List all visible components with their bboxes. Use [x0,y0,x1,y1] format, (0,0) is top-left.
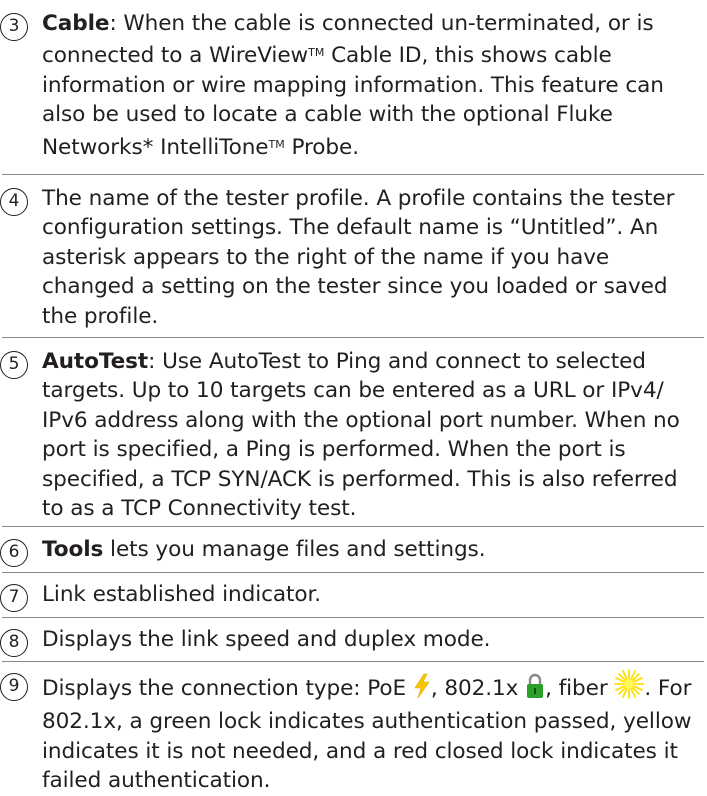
divider [2,526,704,527]
item-number-badge: 3 [0,13,28,41]
starburst-icon [614,669,645,707]
item-number-badge: 4 [0,188,28,216]
item-text: Displays the link speed and duplex mode. [42,627,491,652]
item-number-badge: 8 [0,629,28,657]
item-lead-term: Cable [42,11,110,36]
item-lead-term: AutoTest [42,349,149,374]
divider [2,661,704,662]
divider [2,337,704,338]
trademark-mark: TM [308,46,325,60]
item-text: Tools lets you manage files and settings… [42,537,486,562]
item-number-badge: 6 [0,539,28,567]
item-lead-term: Tools [42,537,104,562]
item-number-badge: 5 [0,351,28,379]
item-number-badge: 9 [0,673,28,701]
divider [2,572,704,573]
item-text: Displays the connection type: PoE , 802.… [42,669,702,796]
item-number-badge: 7 [0,584,28,612]
item-text: Cable: When the cable is connected un-te… [42,11,664,160]
green-lock-icon [525,673,545,707]
divider [2,174,704,175]
lightning-bolt-icon [413,673,431,707]
item-text: Link established indicator. [42,582,322,607]
item-text: The name of the tester profile. A profil… [42,186,675,329]
divider [2,617,704,618]
trademark-mark: TM [268,137,285,151]
item-text: AutoTest: Use AutoTest to Ping and conne… [42,349,680,522]
